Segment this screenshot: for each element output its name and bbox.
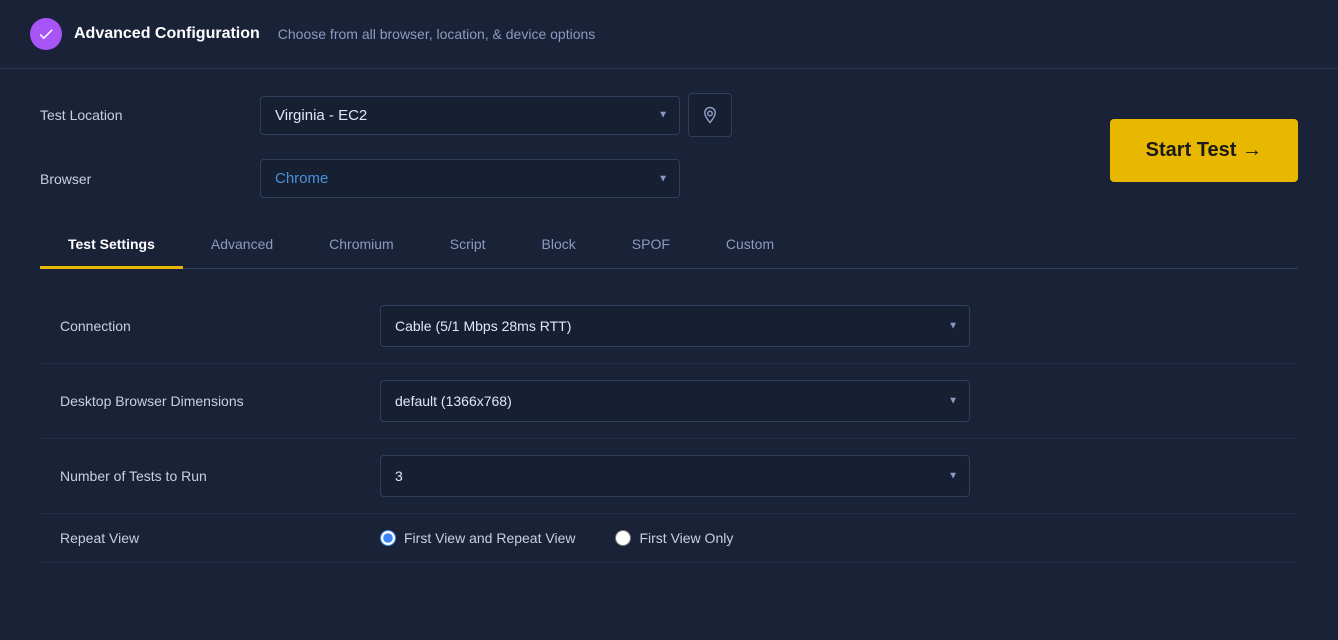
banner-title: Advanced Configuration (74, 25, 260, 43)
repeat-view-first-only-radio[interactable] (615, 530, 631, 546)
repeat-view-first-and-repeat-radio[interactable] (380, 530, 396, 546)
banner-icon (30, 18, 62, 50)
dimensions-label: Desktop Browser Dimensions (40, 393, 380, 409)
test-location-select[interactable]: Virginia - EC2 California - EC2 Oregon -… (260, 96, 680, 135)
connection-select[interactable]: Cable (5/1 Mbps 28ms RTT) DSL (1.5/0.384… (380, 305, 970, 347)
repeat-view-first-and-repeat-option[interactable]: First View and Repeat View (380, 530, 575, 546)
main-content: Test Location Virginia - EC2 California … (0, 69, 1338, 607)
repeat-view-control: First View and Repeat View First View On… (380, 530, 1298, 546)
repeat-view-first-only-label: First View Only (639, 530, 733, 546)
test-location-controls: Virginia - EC2 California - EC2 Oregon -… (260, 93, 732, 137)
connection-control: Cable (5/1 Mbps 28ms RTT) DSL (1.5/0.384… (380, 305, 1298, 347)
test-location-select-wrapper: Virginia - EC2 California - EC2 Oregon -… (260, 96, 680, 135)
num-tests-label: Number of Tests to Run (40, 468, 380, 484)
tabs-container: Test Settings Advanced Chromium Script B… (40, 220, 1298, 269)
tab-script[interactable]: Script (422, 220, 514, 268)
tab-test-settings[interactable]: Test Settings (40, 220, 183, 268)
repeat-view-first-and-repeat-label: First View and Repeat View (404, 530, 575, 546)
num-tests-row: Number of Tests to Run 1 2 3 5 9 (40, 439, 1298, 514)
connection-select-wrapper: Cable (5/1 Mbps 28ms RTT) DSL (1.5/0.384… (380, 305, 970, 347)
dimensions-select[interactable]: default (1366x768) 1280x1024 1920x1080 2… (380, 380, 970, 422)
tab-chromium[interactable]: Chromium (301, 220, 422, 268)
dimensions-control: default (1366x768) 1280x1024 1920x1080 2… (380, 380, 1298, 422)
tab-block[interactable]: Block (514, 220, 604, 268)
connection-label: Connection (40, 318, 380, 334)
repeat-view-first-only-option[interactable]: First View Only (615, 530, 733, 546)
settings-panel: Connection Cable (5/1 Mbps 28ms RTT) DSL… (40, 269, 1298, 583)
connection-row: Connection Cable (5/1 Mbps 28ms RTT) DSL… (40, 289, 1298, 364)
tab-spof[interactable]: SPOF (604, 220, 698, 268)
num-tests-select-wrapper: 1 2 3 5 9 (380, 455, 970, 497)
browser-label: Browser (40, 171, 260, 187)
browser-select[interactable]: Chrome Firefox Edge Safari (260, 159, 680, 198)
num-tests-select[interactable]: 1 2 3 5 9 (380, 455, 970, 497)
num-tests-control: 1 2 3 5 9 (380, 455, 1298, 497)
browser-select-wrapper: Chrome Firefox Edge Safari (260, 159, 680, 198)
dimensions-row: Desktop Browser Dimensions default (1366… (40, 364, 1298, 439)
map-location-button[interactable] (688, 93, 732, 137)
banner-subtitle: Choose from all browser, location, & dev… (278, 26, 596, 42)
browser-controls: Chrome Firefox Edge Safari (260, 159, 680, 198)
check-icon (37, 25, 55, 43)
top-banner: Advanced Configuration Choose from all b… (0, 0, 1338, 69)
test-location-label: Test Location (40, 107, 260, 123)
repeat-view-label: Repeat View (40, 530, 380, 546)
tab-advanced[interactable]: Advanced (183, 220, 301, 268)
repeat-view-row: Repeat View First View and Repeat View F… (40, 514, 1298, 563)
start-test-button[interactable]: Start Test → (1110, 119, 1298, 182)
repeat-view-radio-group: First View and Repeat View First View On… (380, 530, 1298, 546)
dimensions-select-wrapper: default (1366x768) 1280x1024 1920x1080 2… (380, 380, 970, 422)
map-pin-icon (701, 106, 719, 124)
tab-custom[interactable]: Custom (698, 220, 802, 268)
